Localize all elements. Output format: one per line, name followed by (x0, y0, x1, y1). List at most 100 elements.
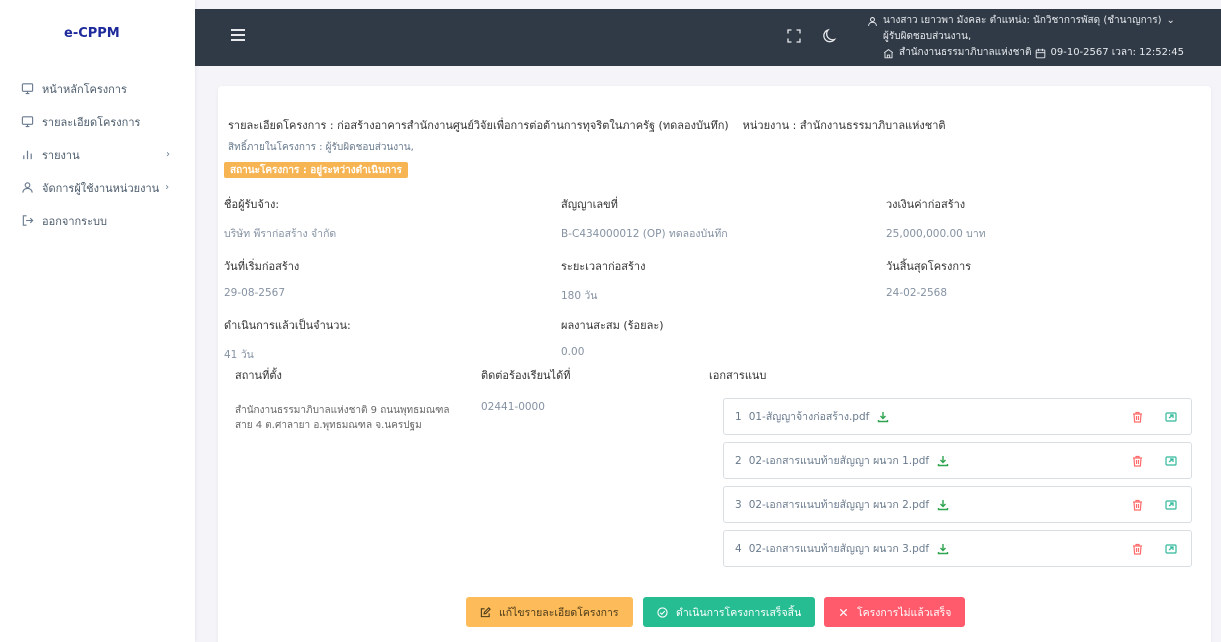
building-icon (883, 48, 894, 59)
user-role: ผู้รับผิดชอบส่วนงาน, (883, 31, 972, 42)
attachment-item: 2 02-เอกสารแนบท้ายสัญญา ผนวก 1.pdf (723, 442, 1192, 479)
sidebar-item-label: ออกจากระบบ (42, 214, 107, 228)
sidebar-item-label: รายละเอียดโครงการ (42, 115, 141, 129)
project-title: รายละเอียดโครงการ : ก่อสร้างอาคารสำนักงา… (228, 119, 729, 132)
download-icon[interactable] (877, 411, 889, 423)
logout-icon (20, 214, 34, 228)
org-name: สำนักงานธรรมาภิบาลแห่งชาติ (899, 47, 1032, 58)
attachment-filename[interactable]: 02-เอกสารแนบท้ายสัญญา ผนวก 3.pdf (749, 540, 929, 557)
start-date-value: 29-08-2567 (224, 287, 286, 299)
attachment-item: 1 01-สัญญาจ้างก่อสร้าง.pdf (723, 398, 1192, 435)
edit-project-label: แก้ไขรายละเอียดโครงการ (499, 606, 619, 619)
contact-label: ติดต่อร้องเรียนได้ที่ (481, 369, 571, 382)
project-unit: หน่วยงาน : สำนักงานธรรมาภิบาลแห่งชาติ (742, 119, 946, 132)
download-icon[interactable] (937, 499, 949, 511)
contract-no-value: B-C434000012 (OP) ทดลองบันทึก (561, 228, 728, 240)
sidebar-menu: หน้าหลักโครงการ รายละเอียดโครงการ รายงาน… (0, 66, 195, 237)
sidebar-item-project-details[interactable]: รายละเอียดโครงการ (0, 105, 195, 138)
sidebar: e-CPPM หน้าหลักโครงการ รายละเอียดโครงการ… (0, 0, 195, 642)
sidebar-item-label: จัดการผู้ใช้งานหน่วยงาน (42, 181, 160, 195)
contractor-value: บริษัท พีราก่อสร้าง จำกัด (224, 228, 337, 240)
project-detail-card: รายละเอียดโครงการ : ก่อสร้างอาคารสำนักงา… (218, 86, 1211, 642)
sidebar-item-project-home[interactable]: หน้าหลักโครงการ (0, 72, 195, 105)
location-value: สำนักงานธรรมาภิบาลแห่งชาติ 9 ถนนพุทธมณฑล… (235, 405, 450, 431)
location-label: สถานที่ตั้ง (235, 369, 282, 382)
contractor-label: ชื่อผู้รับจ้าง: (224, 198, 280, 211)
project-title-line: รายละเอียดโครงการ : ก่อสร้างอาคารสำนักงา… (228, 116, 946, 134)
close-icon (838, 607, 849, 618)
trash-icon[interactable] (1132, 455, 1143, 467)
complete-project-button[interactable]: ดำเนินการโครงการเสร็จสิ้น (643, 597, 816, 627)
attachment-number: 1 (735, 410, 742, 423)
attachment-item: 4 02-เอกสารแนบท้ายสัญญา ผนวก 3.pdf (723, 530, 1192, 567)
budget-value: 25,000,000.00 บาท (886, 228, 986, 240)
progress-field: ผลงานสะสม (ร้อยละ) 0.00 (561, 316, 664, 358)
monitor-icon (20, 115, 34, 129)
duration-field: ระยะเวลาก่อสร้าง 180 วัน (561, 257, 645, 304)
dark-mode-icon[interactable] (823, 28, 837, 44)
trash-icon[interactable] (1132, 411, 1143, 423)
download-icon[interactable] (937, 455, 949, 467)
project-rights: สิทธิ์ภายในโครงการ : ผู้รับผิดชอบส่วนงาน… (228, 142, 414, 153)
sidebar-item-label: รายงาน (42, 148, 80, 162)
sidebar-item-label: หน้าหลักโครงการ (42, 82, 127, 96)
user-icon (20, 181, 34, 195)
attachment-number: 4 (735, 542, 742, 555)
attachment-filename[interactable]: 01-สัญญาจ้างก่อสร้าง.pdf (749, 408, 870, 425)
trash-icon[interactable] (1132, 543, 1143, 555)
fullscreen-icon[interactable] (787, 29, 801, 43)
chevron-down-icon[interactable]: ⌄ (1167, 13, 1175, 29)
top-navbar: นางสาว เยาวพา มังคละ ตำแหน่ง: นักวิชาการ… (195, 9, 1221, 66)
elapsed-label: ดำเนินการแล้วเป็นจำนวน: (224, 319, 351, 332)
progress-value: 0.00 (561, 346, 585, 358)
contract-no-field: สัญญาเลขที่ B-C434000012 (OP) ทดลองบันทึ… (561, 195, 728, 242)
budget-label: วงเงินค่าก่อสร้าง (886, 198, 966, 211)
attachment-filename[interactable]: 02-เอกสารแนบท้ายสัญญา ผนวก 1.pdf (749, 452, 929, 469)
open-file-icon[interactable] (1165, 455, 1177, 467)
chevron-right-icon: › (165, 182, 170, 193)
open-file-icon[interactable] (1165, 499, 1177, 511)
attachment-filename[interactable]: 02-เอกสารแนบท้ายสัญญา ผนวก 2.pdf (749, 496, 929, 513)
duration-value: 180 วัน (561, 290, 598, 302)
elapsed-value: 41 วัน (224, 349, 254, 361)
sidebar-item-logout[interactable]: ออกจากระบบ (0, 204, 195, 237)
incomplete-project-label: โครงการไม่แล้วเสร็จ (857, 606, 952, 619)
user-info[interactable]: นางสาว เยาวพา มังคละ ตำแหน่ง: นักวิชาการ… (867, 13, 1184, 61)
edit-icon (480, 606, 491, 618)
open-file-icon[interactable] (1165, 543, 1177, 555)
contact-value: 02441-0000 (481, 401, 545, 413)
open-file-icon[interactable] (1165, 411, 1177, 423)
check-circle-icon (657, 606, 668, 618)
user-icon (867, 16, 878, 27)
user-name: นางสาว เยาวพา มังคละ ตำแหน่ง: นักวิชาการ… (883, 15, 1162, 26)
org-datetime-row: สำนักงานธรรมาภิบาลแห่งชาติ 09-10-2567 เว… (867, 45, 1184, 61)
contract-no-label: สัญญาเลขที่ (561, 198, 618, 211)
end-date-field: วันสิ้นสุดโครงการ 24-02-2568 (886, 257, 971, 299)
incomplete-project-button[interactable]: โครงการไม่แล้วเสร็จ (824, 597, 966, 627)
sidebar-item-reports[interactable]: รายงาน › (0, 138, 195, 171)
start-date-label: วันที่เริ่มก่อสร้าง (224, 260, 300, 273)
attachment-number: 2 (735, 454, 742, 467)
chevron-right-icon: › (166, 149, 170, 160)
user-name-row: นางสาว เยาวพา มังคละ ตำแหน่ง: นักวิชาการ… (867, 13, 1184, 29)
end-date-label: วันสิ้นสุดโครงการ (886, 260, 972, 273)
datetime: 09-10-2567 เวลา: 12:52:45 (1050, 47, 1185, 58)
attachment-number: 3 (735, 498, 742, 511)
bar-chart-icon (20, 148, 34, 162)
duration-label: ระยะเวลาก่อสร้าง (561, 260, 646, 273)
attachments-label: เอกสารแนบ (709, 369, 767, 382)
trash-icon[interactable] (1132, 499, 1143, 511)
elapsed-field: ดำเนินการแล้วเป็นจำนวน: 41 วัน (224, 316, 351, 363)
contractor-field: ชื่อผู้รับจ้าง: บริษัท พีราก่อสร้าง จำกั… (224, 195, 336, 242)
start-date-field: วันที่เริ่มก่อสร้าง 29-08-2567 (224, 257, 299, 299)
sidebar-item-manage-users[interactable]: จัดการผู้ใช้งานหน่วยงาน › (0, 171, 195, 204)
status-badge: สถานะโครงการ : อยู่ระหว่างดำเนินการ (224, 162, 408, 178)
menu-toggle-icon[interactable] (231, 29, 245, 43)
download-icon[interactable] (937, 543, 949, 555)
attachment-item: 3 02-เอกสารแนบท้ายสัญญา ผนวก 2.pdf (723, 486, 1192, 523)
budget-field: วงเงินค่าก่อสร้าง 25,000,000.00 บาท (886, 195, 986, 242)
edit-project-button[interactable]: แก้ไขรายละเอียดโครงการ (466, 597, 633, 627)
monitor-icon (20, 82, 34, 96)
brand-logo[interactable]: e-CPPM (0, 0, 195, 66)
complete-project-label: ดำเนินการโครงการเสร็จสิ้น (676, 606, 802, 619)
